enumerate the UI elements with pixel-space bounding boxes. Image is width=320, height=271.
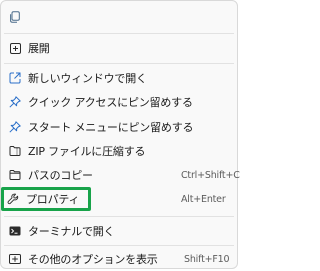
separator	[4, 245, 234, 246]
menu-item-properties[interactable]: プロパティ Alt+Enter	[1, 187, 226, 211]
menu-item-label: 新しいウィンドウで開く	[28, 72, 147, 85]
menu-item-label: ターミナルで開く	[28, 225, 115, 238]
copy-button[interactable]	[6, 8, 24, 26]
open-new-window-icon	[9, 72, 21, 84]
menu-item-pin-quick-access[interactable]: クイック アクセスにピン留めする	[3, 90, 235, 114]
menu-item-expand[interactable]: 展開	[3, 36, 235, 60]
expand-icon	[9, 42, 21, 54]
separator	[4, 216, 234, 217]
separator	[4, 33, 234, 34]
more-options-icon	[9, 253, 21, 265]
pin-icon	[9, 96, 21, 108]
pin-icon	[9, 121, 21, 133]
context-menu: 展開 新しいウィンドウで開く クイック アクセスにピン留めする スタート メニュ…	[0, 0, 240, 271]
menu-item-compress-zip[interactable]: ZIP ファイルに圧縮する	[3, 139, 235, 163]
zip-icon	[9, 145, 21, 157]
menu-item-label: クイック アクセスにピン留めする	[28, 96, 193, 109]
menu-item-label: プロパティ	[26, 193, 80, 206]
menu-item-show-more-options[interactable]: その他のオプションを表示 Shift+F10	[3, 247, 235, 271]
menu-item-shortcut: Shift+F10	[184, 253, 230, 265]
menu-item-label: ZIP ファイルに圧縮する	[28, 145, 146, 158]
menu-item-label: スタート メニューにピン留めする	[28, 121, 194, 134]
context-menu-toolbar	[1, 1, 237, 33]
copy-icon	[9, 11, 21, 23]
copy-path-icon	[9, 169, 21, 181]
menu-item-open-terminal[interactable]: ターミナルで開く	[3, 219, 235, 243]
terminal-icon	[9, 225, 21, 237]
menu-item-shortcut: Alt+Enter	[181, 193, 226, 205]
menu-item-pin-start[interactable]: スタート メニューにピン留めする	[3, 115, 235, 139]
wrench-icon	[7, 193, 19, 205]
separator	[4, 63, 234, 64]
menu-item-shortcut: Ctrl+Shift+C	[181, 169, 240, 181]
menu-item-open-new-window[interactable]: 新しいウィンドウで開く	[3, 66, 235, 90]
menu-item-label: 展開	[28, 42, 50, 55]
menu-item-copy-path[interactable]: パスのコピー Ctrl+Shift+C	[3, 163, 240, 187]
